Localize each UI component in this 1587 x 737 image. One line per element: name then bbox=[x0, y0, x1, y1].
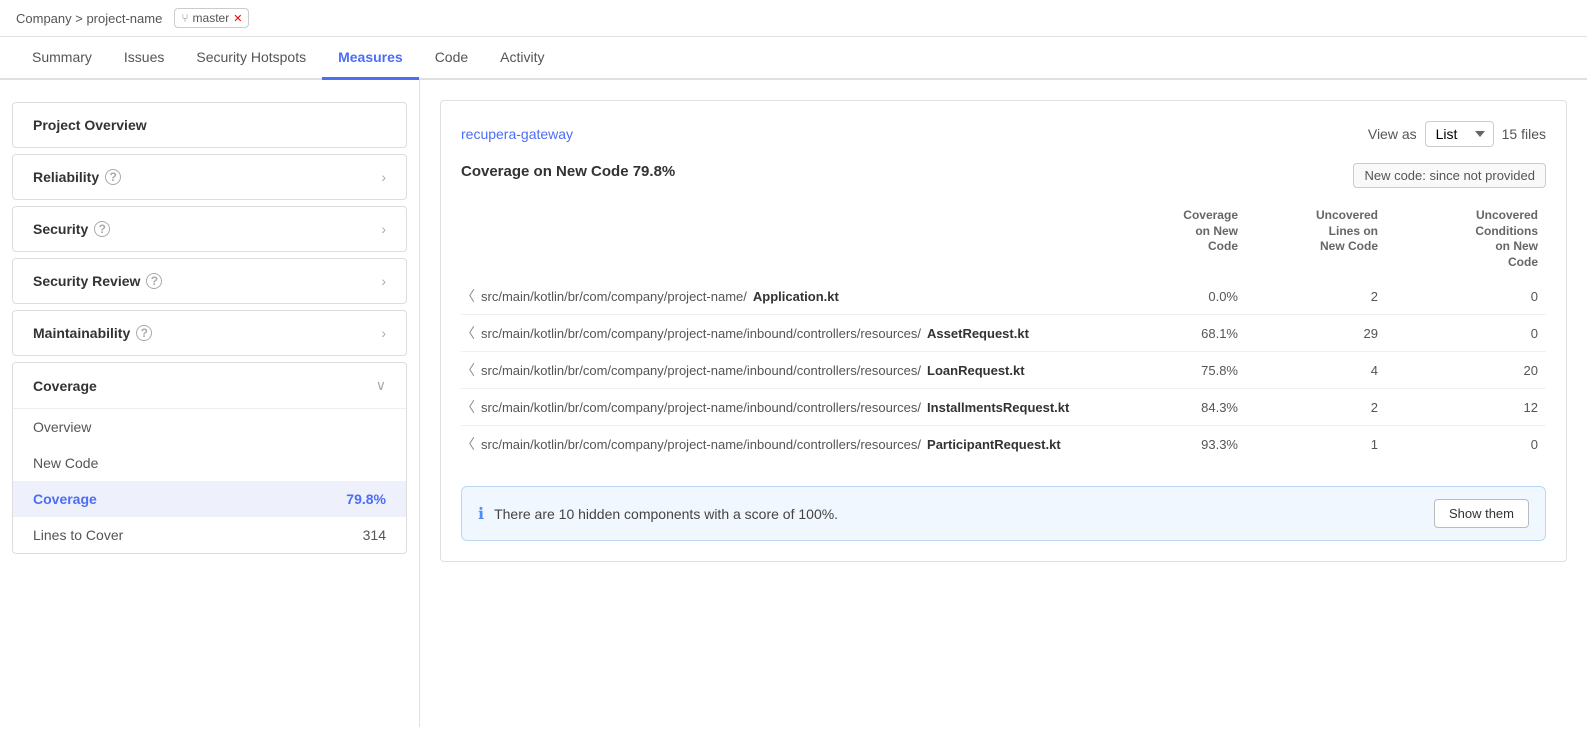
chevron-right-icon: › bbox=[381, 273, 386, 289]
branch-icon: ⑂ bbox=[181, 11, 188, 25]
col-uncovered-conditions: UncoveredConditionson NewCode bbox=[1386, 204, 1546, 274]
branch-label: master bbox=[193, 11, 230, 25]
sidebar-item-project-overview[interactable]: Project Overview bbox=[12, 102, 407, 148]
sidebar-item-maintainability[interactable]: Maintainability ? › bbox=[12, 310, 407, 356]
sidebar-item-label: Security ? bbox=[33, 221, 110, 237]
chevron-down-icon: ∨ bbox=[376, 377, 386, 394]
sidebar-item-security[interactable]: Security ? › bbox=[12, 206, 407, 252]
coverage-sub-coverage[interactable]: Coverage 79.8% bbox=[13, 481, 406, 517]
coverage-value: 79.8% bbox=[346, 491, 386, 507]
tab-security-hotspots[interactable]: Security Hotspots bbox=[180, 37, 322, 80]
chevron-right-icon: › bbox=[381, 169, 386, 185]
coverage-sub-items: Overview New Code Coverage 79.8% Lines t… bbox=[13, 408, 406, 553]
coverage-val: 84.3% bbox=[1106, 400, 1246, 415]
chevron-right-icon: › bbox=[381, 221, 386, 237]
coverage-headline: Coverage on New Code 79.8% bbox=[461, 163, 675, 180]
tab-issues[interactable]: Issues bbox=[108, 37, 180, 80]
lines-to-cover-value: 314 bbox=[363, 527, 386, 543]
coverage-sub-new-code[interactable]: New Code bbox=[13, 445, 406, 481]
coverage-header[interactable]: Coverage ∨ bbox=[13, 363, 406, 408]
chevron-right-icon: › bbox=[381, 325, 386, 341]
table-row: 〈 src/main/kotlin/br/com/company/project… bbox=[461, 426, 1546, 462]
main-layout: Project Overview Reliability ? › Securit… bbox=[0, 80, 1587, 727]
col-uncovered-lines: UncoveredLines onNew Code bbox=[1246, 204, 1386, 274]
help-icon[interactable]: ? bbox=[146, 273, 162, 289]
table-row: 〈 src/main/kotlin/br/com/company/project… bbox=[461, 352, 1546, 389]
uncovered-conditions-val: 0 bbox=[1386, 437, 1546, 452]
hidden-banner-text: There are 10 hidden components with a sc… bbox=[494, 506, 1424, 522]
coverage-val: 75.8% bbox=[1106, 363, 1246, 378]
col-coverage: Coverageon NewCode bbox=[1106, 204, 1246, 274]
uncovered-lines-val: 2 bbox=[1246, 289, 1386, 304]
column-headers: Coverageon NewCode UncoveredLines onNew … bbox=[461, 204, 1546, 274]
sidebar-item-label: Maintainability ? bbox=[33, 325, 152, 341]
uncovered-lines-val: 2 bbox=[1246, 400, 1386, 415]
content-header: recupera-gateway View as List Tree 15 fi… bbox=[461, 121, 1546, 147]
sidebar-item-label: Project Overview bbox=[33, 117, 147, 133]
table-row: 〈 src/main/kotlin/br/com/company/project… bbox=[461, 389, 1546, 426]
content-inner: recupera-gateway View as List Tree 15 fi… bbox=[440, 100, 1567, 562]
branch-tag[interactable]: ⑂ master ✕ bbox=[174, 8, 249, 28]
coverage-val: 93.3% bbox=[1106, 437, 1246, 452]
file-icon: 〈 bbox=[461, 286, 475, 306]
file-icon: 〈 bbox=[461, 434, 475, 454]
file-path-cell[interactable]: 〈 src/main/kotlin/br/com/company/project… bbox=[461, 323, 1106, 343]
uncovered-conditions-val: 0 bbox=[1386, 326, 1546, 341]
content-area: recupera-gateway View as List Tree 15 fi… bbox=[420, 80, 1587, 727]
sidebar-item-security-review[interactable]: Security Review ? › bbox=[12, 258, 407, 304]
uncovered-lines-val: 29 bbox=[1246, 326, 1386, 341]
topbar: Company > project-name ⑂ master ✕ bbox=[0, 0, 1587, 37]
coverage-section: Coverage ∨ Overview New Code Coverage 79… bbox=[12, 362, 407, 554]
coverage-val: 68.1% bbox=[1106, 326, 1246, 341]
coverage-label: Coverage bbox=[33, 378, 97, 394]
info-icon: ℹ bbox=[478, 504, 484, 524]
view-as-row: View as List Tree 15 files bbox=[1368, 121, 1546, 147]
coverage-headline-row: Coverage on New Code 79.8% New code: sin… bbox=[461, 163, 1546, 188]
hidden-banner: ℹ There are 10 hidden components with a … bbox=[461, 486, 1546, 541]
sidebar-item-label: Reliability ? bbox=[33, 169, 121, 185]
help-icon[interactable]: ? bbox=[94, 221, 110, 237]
table-row: 〈 src/main/kotlin/br/com/company/project… bbox=[461, 278, 1546, 315]
coverage-sub-overview[interactable]: Overview bbox=[13, 409, 406, 445]
close-branch-icon[interactable]: ✕ bbox=[233, 12, 242, 25]
files-count: 15 files bbox=[1502, 126, 1546, 142]
table-row: 〈 src/main/kotlin/br/com/company/project… bbox=[461, 315, 1546, 352]
sidebar-item-reliability[interactable]: Reliability ? › bbox=[12, 154, 407, 200]
file-icon: 〈 bbox=[461, 323, 475, 343]
coverage-val: 0.0% bbox=[1106, 289, 1246, 304]
file-list: 〈 src/main/kotlin/br/com/company/project… bbox=[461, 278, 1546, 462]
file-icon: 〈 bbox=[461, 360, 475, 380]
nav-tabs: Summary Issues Security Hotspots Measure… bbox=[0, 37, 1587, 80]
file-path-cell[interactable]: 〈 src/main/kotlin/br/com/company/project… bbox=[461, 397, 1106, 417]
help-icon[interactable]: ? bbox=[136, 325, 152, 341]
coverage-sub-lines-to-cover[interactable]: Lines to Cover 314 bbox=[13, 517, 406, 553]
new-code-badge: New code: since not provided bbox=[1353, 163, 1546, 188]
uncovered-lines-val: 1 bbox=[1246, 437, 1386, 452]
file-path-cell[interactable]: 〈 src/main/kotlin/br/com/company/project… bbox=[461, 360, 1106, 380]
file-icon: 〈 bbox=[461, 397, 475, 417]
col-file bbox=[461, 204, 1106, 274]
help-icon[interactable]: ? bbox=[105, 169, 121, 185]
file-path-cell[interactable]: 〈 src/main/kotlin/br/com/company/project… bbox=[461, 434, 1106, 454]
show-them-button[interactable]: Show them bbox=[1434, 499, 1529, 528]
file-path-cell[interactable]: 〈 src/main/kotlin/br/com/company/project… bbox=[461, 286, 1106, 306]
sidebar-item-label: Security Review ? bbox=[33, 273, 162, 289]
tab-measures[interactable]: Measures bbox=[322, 37, 419, 80]
tab-summary[interactable]: Summary bbox=[16, 37, 108, 80]
breadcrumb: Company > project-name bbox=[16, 11, 162, 26]
tab-activity[interactable]: Activity bbox=[484, 37, 560, 80]
content-path[interactable]: recupera-gateway bbox=[461, 126, 573, 142]
sidebar: Project Overview Reliability ? › Securit… bbox=[0, 80, 420, 727]
view-as-select[interactable]: List Tree bbox=[1425, 121, 1494, 147]
view-as-label: View as bbox=[1368, 126, 1417, 142]
uncovered-conditions-val: 20 bbox=[1386, 363, 1546, 378]
uncovered-lines-val: 4 bbox=[1246, 363, 1386, 378]
uncovered-conditions-val: 12 bbox=[1386, 400, 1546, 415]
tab-code[interactable]: Code bbox=[419, 37, 484, 80]
uncovered-conditions-val: 0 bbox=[1386, 289, 1546, 304]
